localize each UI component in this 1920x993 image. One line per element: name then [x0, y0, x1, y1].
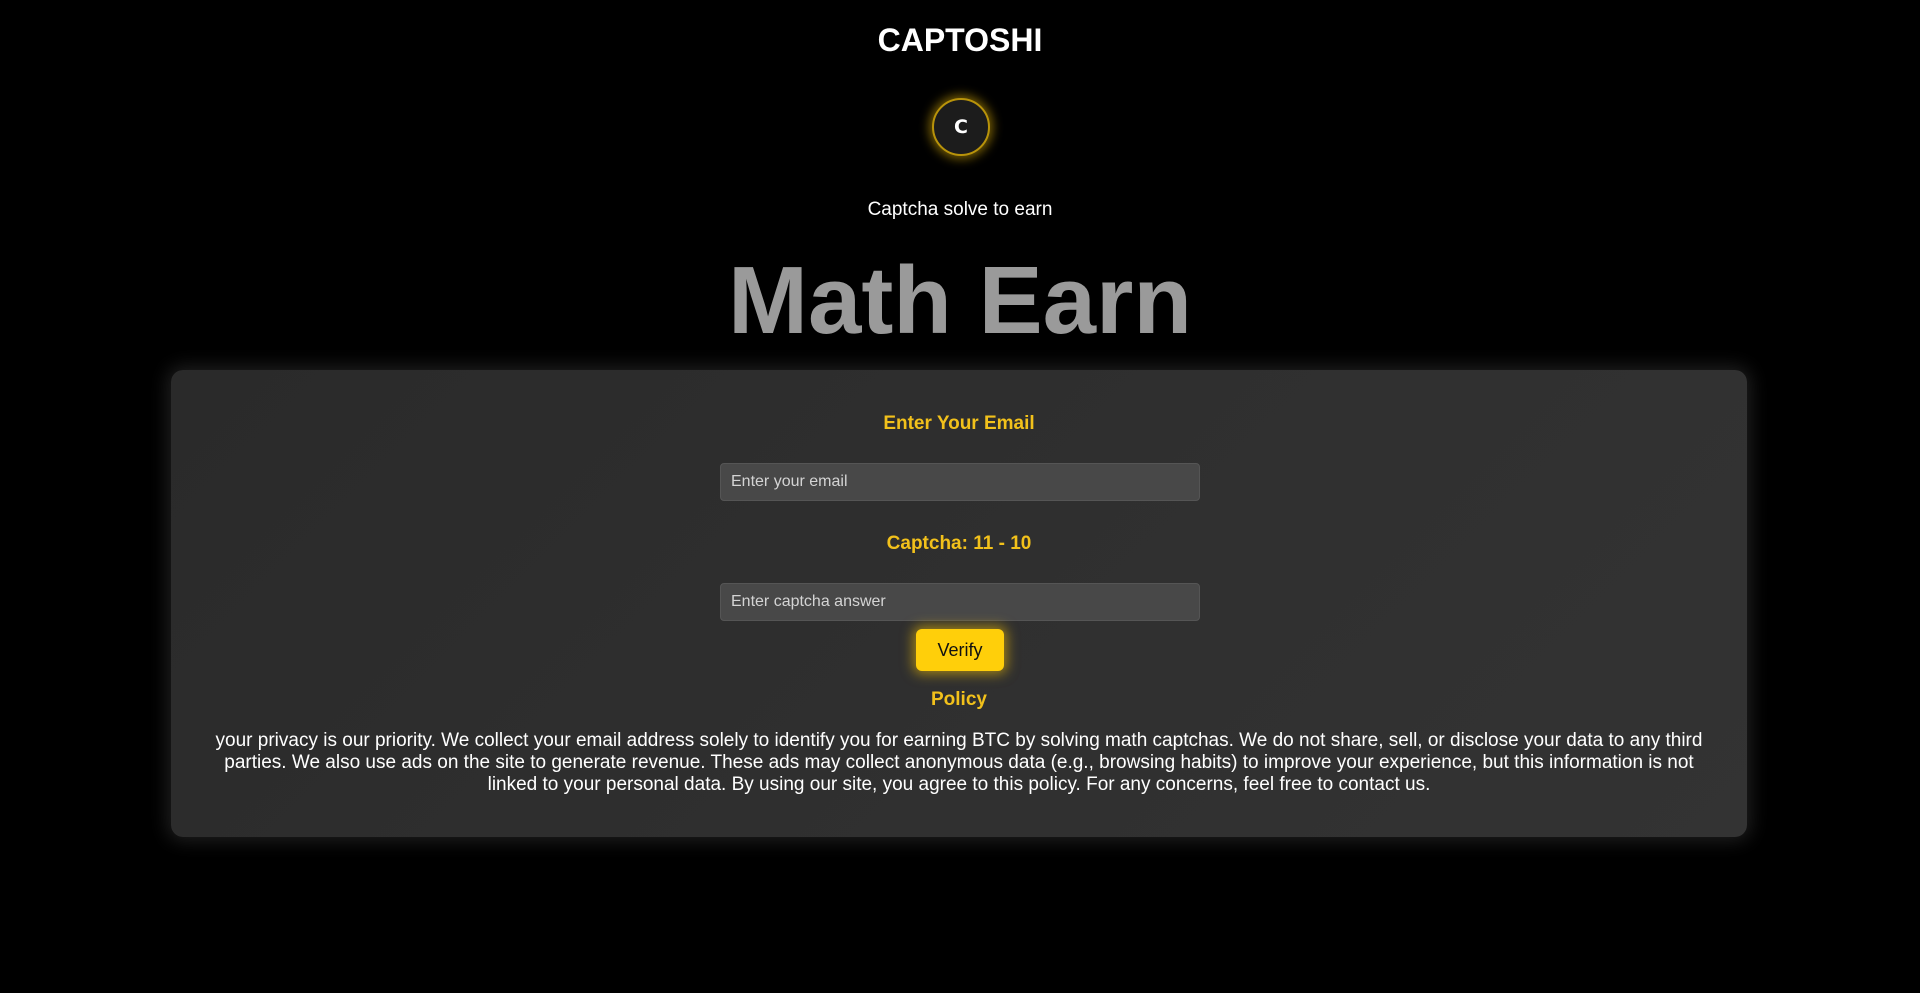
verify-button[interactable]: Verify [916, 629, 1004, 671]
email-heading: Enter Your Email [883, 413, 1035, 434]
logo: C [932, 98, 990, 156]
policy-heading: Policy [931, 689, 987, 710]
email-input[interactable] [720, 463, 1200, 501]
captcha-heading: Captcha: 11 - 10 [886, 533, 1032, 554]
form-card: Enter Your Email Captcha: 11 - 10 Verify… [171, 370, 1747, 837]
hero-title: Math Earn [727, 247, 1193, 354]
logo-letter: C [954, 116, 968, 138]
captcha-input[interactable] [720, 583, 1200, 621]
policy-text: your privacy is our priority. We collect… [215, 730, 1703, 795]
tagline: Captcha solve to earn [867, 199, 1053, 220]
page: CAPTOSHI C Captcha solve to earn Math Ea… [0, 0, 1920, 993]
site-title: CAPTOSHI [877, 22, 1043, 58]
